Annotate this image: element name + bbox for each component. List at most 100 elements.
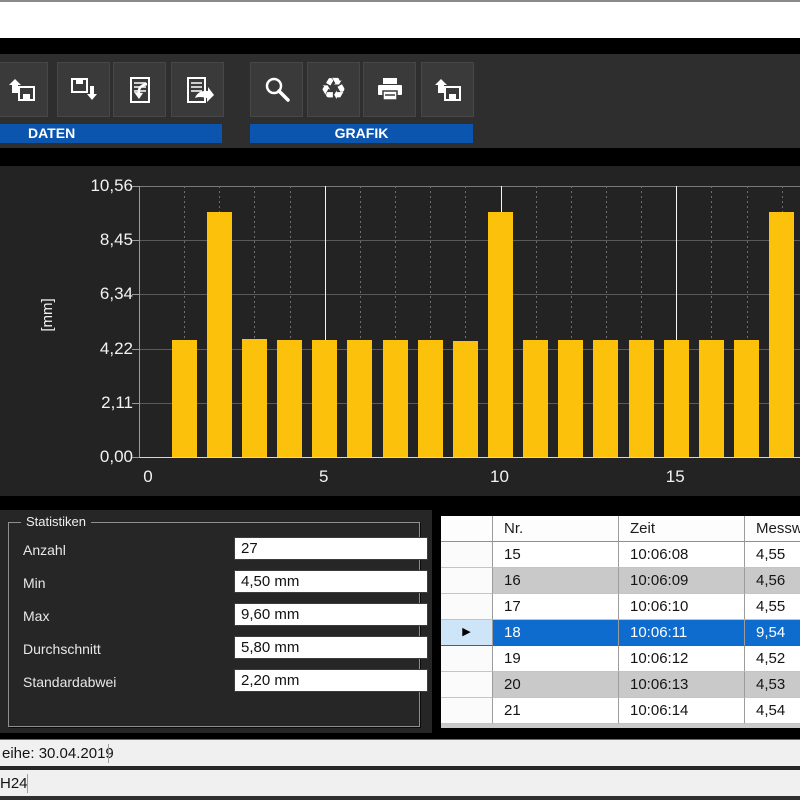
stat-value-min[interactable] <box>234 570 428 593</box>
table-cell[interactable]: 4,54 <box>745 698 800 724</box>
chart-x-tick-label: 15 <box>653 467 697 487</box>
chart-bar <box>312 340 337 457</box>
table-row[interactable]: 1610:06:094,56 <box>441 568 800 594</box>
table-row[interactable]: 1510:06:084,55 <box>441 542 800 568</box>
chart-bar <box>383 340 408 457</box>
export-disk-icon <box>432 74 464 106</box>
chart-y-tick-label: 6,34 <box>61 284 133 304</box>
table-cell[interactable]: 4,52 <box>745 646 800 672</box>
table-cell[interactable]: 21 <box>493 698 619 724</box>
table-cell[interactable]: 15 <box>493 542 619 568</box>
chart-bar <box>558 340 583 457</box>
table-row[interactable]: 2110:06:144,54 <box>441 698 800 724</box>
chart-y-tick-mark <box>132 349 139 350</box>
table-row-header[interactable] <box>441 542 493 568</box>
export-disk-button[interactable] <box>421 62 474 117</box>
stat-label-min: Min <box>23 573 46 593</box>
table-cell[interactable]: 4,55 <box>745 594 800 620</box>
table-cell[interactable]: 10:06:13 <box>619 672 745 698</box>
table-row[interactable]: 1910:06:124,52 <box>441 646 800 672</box>
table-current-row-marker[interactable]: ▶ <box>441 620 493 646</box>
table-header-row: Nr. Zeit Messwert <box>441 516 800 542</box>
zoom-icon <box>261 74 293 106</box>
import-document-icon <box>124 74 156 106</box>
table-row-header[interactable] <box>441 646 493 672</box>
print-button[interactable] <box>363 62 416 117</box>
table-row-header[interactable] <box>441 698 493 724</box>
statistics-panel: Statistiken AnzahlMinMaxDurchschnittStan… <box>0 510 432 733</box>
table-cell[interactable]: 4,55 <box>745 542 800 568</box>
chart-y-tick-label: 10,56 <box>61 176 133 196</box>
window-bottom-strip <box>0 796 800 800</box>
table-row[interactable]: 2010:06:134,53 <box>441 672 800 698</box>
refresh-button[interactable]: ♻ <box>307 62 360 117</box>
chart-y-tick-label: 2,11 <box>61 393 133 413</box>
status-series-date: eihe: 30.04.2019 <box>2 740 114 767</box>
table-header-nr[interactable]: Nr. <box>493 516 619 542</box>
table-row[interactable]: 1710:06:104,55 <box>441 594 800 620</box>
stat-label-standardabwei: Standardabwei <box>23 672 116 692</box>
table-cell[interactable]: 10:06:10 <box>619 594 745 620</box>
chart-x-tick-label: 0 <box>126 467 170 487</box>
chart-gridline-h <box>140 240 800 241</box>
import-document-button[interactable] <box>113 62 166 117</box>
table-cell[interactable]: 9,54 <box>745 620 800 646</box>
table-cell[interactable]: 10:06:11 <box>619 620 745 646</box>
table-corner-cell <box>441 516 493 542</box>
chart-bar <box>699 340 724 457</box>
chart-bar <box>277 340 302 457</box>
status-bar-series: eihe: 30.04.2019 <box>0 739 800 767</box>
table-cell[interactable]: 10:06:14 <box>619 698 745 724</box>
table-cell[interactable]: 10:06:09 <box>619 568 745 594</box>
chart-bar <box>734 340 759 457</box>
load-disk-button[interactable] <box>0 62 48 117</box>
table-cell[interactable]: 16 <box>493 568 619 594</box>
stat-value-anzahl[interactable] <box>234 537 428 560</box>
table-cell[interactable]: 19 <box>493 646 619 672</box>
chart-gridline-h <box>140 294 800 295</box>
table-cell[interactable]: 20 <box>493 672 619 698</box>
table-header-messwert[interactable]: Messwert <box>745 516 800 542</box>
chart-x-tick-label: 10 <box>478 467 522 487</box>
chart-bar <box>769 212 794 457</box>
status-device-id: H24 <box>0 770 28 796</box>
menu-bar-empty <box>0 2 800 38</box>
chart-bar <box>242 339 267 457</box>
zoom-button[interactable] <box>250 62 303 117</box>
stat-label-durchschnitt: Durchschnitt <box>23 639 101 659</box>
table-header-zeit[interactable]: Zeit <box>619 516 745 542</box>
table-cell[interactable]: 10:06:08 <box>619 542 745 568</box>
stat-value-standardabwei[interactable] <box>234 669 428 692</box>
load-disk-icon <box>6 74 38 106</box>
measurement-bar-chart: [mm] 0,002,114,226,348,4510,56051015 <box>0 166 800 496</box>
chart-y-tick-mark <box>132 294 139 295</box>
table-row-header[interactable] <box>441 568 493 594</box>
table-row-header[interactable] <box>441 672 493 698</box>
chart-y-tick-mark <box>132 457 139 458</box>
print-icon <box>374 74 406 106</box>
table-cell[interactable]: 4,56 <box>745 568 800 594</box>
chart-bar <box>629 340 654 457</box>
table-row-header[interactable] <box>441 594 493 620</box>
app-window: ♻ DATEN GRAFIK <box>0 0 800 800</box>
export-document-button[interactable] <box>171 62 224 117</box>
table-cell[interactable]: 4,53 <box>745 672 800 698</box>
stat-label-anzahl: Anzahl <box>23 540 66 560</box>
chart-bar <box>347 340 372 457</box>
chart-y-tick-label: 4,22 <box>61 339 133 359</box>
export-document-icon <box>182 74 214 106</box>
chart-y-axis-title: [mm] <box>39 283 61 347</box>
chart-bar <box>593 340 618 457</box>
chart-bar <box>523 340 548 457</box>
stat-value-max[interactable] <box>234 603 428 626</box>
table-cell[interactable]: 10:06:12 <box>619 646 745 672</box>
chart-y-tick-mark <box>132 240 139 241</box>
stat-label-max: Max <box>23 606 49 626</box>
save-disk-button[interactable] <box>57 62 110 117</box>
refresh-recycle-icon: ♻ <box>320 75 347 105</box>
table-cell[interactable]: 18 <box>493 620 619 646</box>
chart-bar <box>418 340 443 457</box>
table-cell[interactable]: 17 <box>493 594 619 620</box>
table-row[interactable]: ▶1810:06:119,54 <box>441 620 800 646</box>
stat-value-durchschnitt[interactable] <box>234 636 428 659</box>
